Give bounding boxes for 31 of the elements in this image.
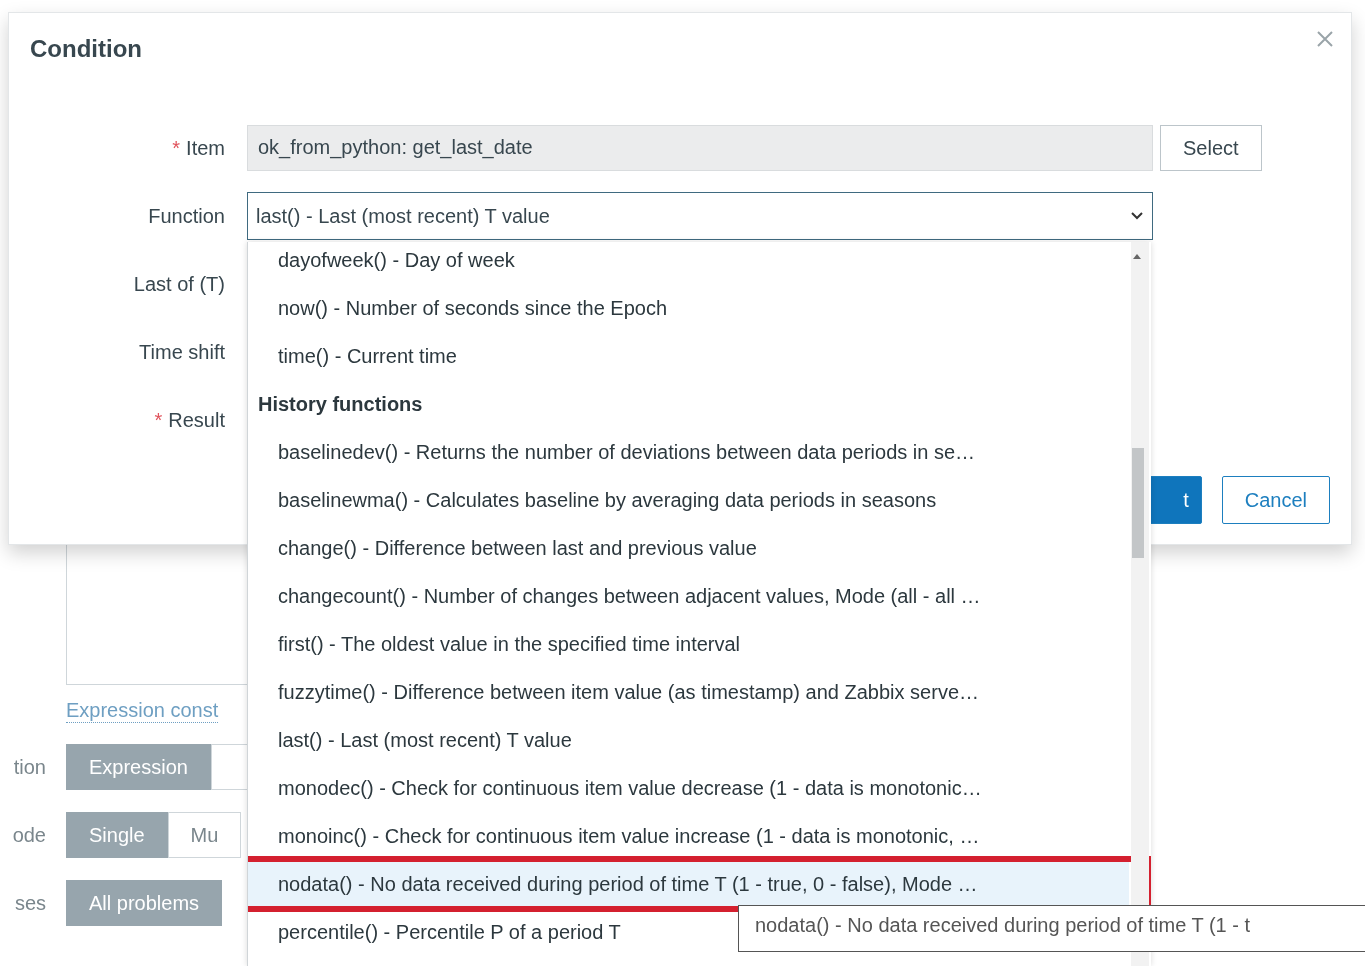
function-select[interactable]: last() - Last (most recent) T value: [247, 192, 1153, 240]
dropdown-option[interactable]: monodec() - Check for continuous item value decrease (1 - data is monotonic…: [248, 764, 1129, 812]
field-label: tion: [12, 755, 46, 779]
field-label: Time shift: [138, 340, 225, 364]
dropdown-option[interactable]: dayofweek() - Day of week: [248, 242, 1129, 284]
dropdown-option[interactable]: monoinc() - Check for continuous item value increase (1 - data is monotonic, …: [248, 812, 1129, 860]
field-label: Function: [147, 204, 225, 228]
dropdown-option[interactable]: last() - Last (most recent) T value: [248, 716, 1129, 764]
group-header: History functions: [257, 391, 424, 417]
dropdown-option[interactable]: baselinedev() - Returns the number of deviations between data periods in se…: [248, 428, 1129, 476]
dropdown-option[interactable]: first() - The oldest value in the specified time interval: [248, 620, 1129, 668]
field-label: * Item: [171, 136, 225, 160]
cancel-button[interactable]: Cancel: [1221, 476, 1330, 524]
dropdown-option[interactable]: fuzzytime() - Difference between item value (as timestamp) and Zabbix serve…: [248, 668, 1129, 716]
item-field[interactable]: ok_from_python: get_last_date: [247, 125, 1153, 171]
select-button[interactable]: Select: [1160, 125, 1262, 171]
chevron-down-icon: [1130, 211, 1144, 221]
scrollbar-thumb[interactable]: [1132, 448, 1144, 558]
segment-button[interactable]: Mu: [167, 812, 242, 858]
dialog-title: Condition: [30, 35, 142, 63]
tooltip: nodata() - No data received during period of time T (1 - t: [738, 905, 1365, 952]
dropdown-option[interactable]: changecount() - Number of changes between adjacent values, Mode (all - all …: [248, 572, 1129, 620]
dropdown-option[interactable]: now() - Number of seconds since the Epoch: [248, 284, 1129, 332]
field-label: Last of (T): [132, 272, 225, 296]
close-icon[interactable]: [1315, 29, 1335, 49]
scroll-up-icon[interactable]: [1132, 252, 1142, 260]
field-label: ode: [11, 823, 46, 847]
field-label: ses: [13, 891, 46, 915]
dropdown-option[interactable]: time() - Current time: [248, 332, 1129, 380]
dropdown-option[interactable]: change() - Difference between last and previous value: [248, 524, 1129, 572]
field-label: * Result: [153, 408, 225, 432]
